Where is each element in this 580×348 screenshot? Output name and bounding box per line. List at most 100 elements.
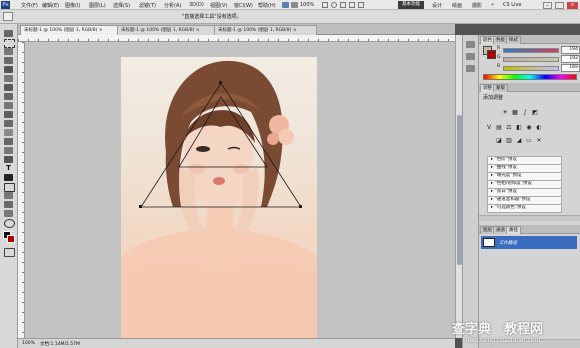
slider-g-track[interactable] [503, 57, 559, 62]
panel-icon-strip [462, 35, 478, 348]
menu-window[interactable]: 窗口(W) [234, 2, 253, 9]
menu-select[interactable]: 选择(S) [113, 2, 130, 9]
color-balance-icon[interactable]: ⚖ [505, 124, 513, 131]
dodge-tool-icon[interactable] [4, 147, 13, 154]
slider-b[interactable]: B 169 [497, 64, 580, 72]
slider-r[interactable]: R 194 [497, 46, 580, 54]
invert-icon[interactable]: ◪ [495, 137, 503, 144]
pen-tool-icon[interactable] [4, 156, 13, 163]
background-color-swatch[interactable] [7, 235, 15, 243]
path-name: 工作路径 [499, 241, 517, 246]
character-panel-icon[interactable] [466, 65, 475, 72]
slider-b-track[interactable] [503, 66, 559, 71]
hand-icon[interactable] [322, 2, 328, 8]
type-tool-icon[interactable]: T [4, 165, 13, 172]
menu-help[interactable]: 帮助(H) [258, 2, 276, 9]
document-tabs: 未标题-1 @ 100% (图层 1, RGB/8) × 未标题-1 @ 100… [18, 24, 455, 36]
options-message: "直接选择工具"没有选项。 [182, 14, 242, 20]
zoom-tool-icon[interactable] [4, 219, 15, 228]
screen-mode-icon[interactable] [358, 2, 364, 8]
crop-tool-icon[interactable] [4, 66, 13, 73]
minimize-button[interactable]: – [543, 2, 552, 9]
healing-brush-tool-icon[interactable] [4, 84, 13, 91]
blur-tool-icon[interactable] [4, 138, 13, 145]
bg-color-swatch[interactable] [487, 50, 496, 59]
zoom-level[interactable]: 100% [300, 2, 314, 8]
history-panel-icon[interactable] [466, 41, 475, 48]
menu-analysis[interactable]: 分析(A) [164, 2, 181, 9]
zoom-icon[interactable] [331, 2, 337, 8]
gradient-tool-icon[interactable] [4, 129, 13, 136]
slider-g-value[interactable]: 192 [561, 55, 580, 63]
slider-r-track[interactable] [503, 48, 559, 53]
workspace-photography[interactable]: 摄影 [472, 2, 482, 9]
gradient-map-icon[interactable]: ▭ [525, 137, 533, 144]
minibridge-icon[interactable] [291, 2, 298, 8]
history-brush-tool-icon[interactable] [4, 111, 13, 118]
arrange-icon[interactable] [349, 2, 355, 8]
vertical-scrollbar[interactable] [455, 35, 462, 338]
slider-b-value[interactable]: 169 [561, 64, 580, 72]
tab-masks[interactable]: 蒙版 [493, 84, 508, 92]
rotate-icon[interactable] [340, 2, 346, 8]
direct-select-tool-icon[interactable] [3, 12, 13, 21]
bridge-icon[interactable] [282, 2, 289, 8]
color-spectrum-bar[interactable] [483, 74, 577, 80]
actions-panel-icon[interactable] [466, 53, 475, 60]
clone-stamp-tool-icon[interactable] [4, 102, 13, 109]
adjust-footer [479, 215, 580, 221]
workspace-painting[interactable]: 绘画 [452, 2, 462, 9]
toolbox: T [0, 24, 18, 348]
status-zoom[interactable]: 100% [22, 341, 35, 346]
posterize-icon[interactable]: ▥ [505, 137, 513, 144]
shape-tool-icon[interactable] [4, 183, 15, 192]
eraser-tool-icon[interactable] [4, 120, 13, 127]
slider-g[interactable]: G 192 [497, 55, 580, 63]
portrait-photo[interactable] [121, 57, 317, 340]
3d-camera-tool-icon[interactable] [4, 201, 13, 208]
levels-icon[interactable]: ▦ [511, 109, 519, 116]
3d-rotate-tool-icon[interactable] [4, 192, 13, 199]
ruler-horizontal[interactable] [18, 35, 455, 42]
quick-select-tool-icon[interactable] [4, 57, 13, 64]
path-row-work-path[interactable]: 工作路径 [481, 236, 577, 249]
channel-mixer-icon[interactable]: ◐ [535, 124, 543, 131]
hand-tool-icon[interactable] [4, 210, 13, 217]
cs-live[interactable]: CS Live [503, 2, 521, 8]
tab-paths[interactable]: 路径 [506, 226, 521, 234]
photo-filter-icon[interactable]: ◉ [525, 124, 533, 131]
menu-3d[interactable]: 3D(D) [189, 2, 204, 8]
brightness-icon[interactable]: ☀ [501, 109, 509, 116]
quick-mask-icon[interactable] [4, 248, 15, 257]
brush-tool-icon[interactable] [4, 93, 13, 100]
marquee-tool-icon[interactable] [4, 39, 15, 48]
adjust-title: 添加调整 [483, 95, 504, 101]
curves-icon[interactable]: ∫ [521, 109, 529, 116]
menu-layer[interactable]: 图层(L) [89, 2, 106, 9]
menu-image[interactable]: 图像(I) [65, 2, 80, 9]
watermark-url: jiaocheng.chazidian.com [466, 337, 541, 344]
exposure-icon[interactable]: ◩ [531, 109, 539, 116]
more-workspaces[interactable]: » [491, 2, 494, 8]
menu-file[interactable]: 文件(F) [21, 2, 38, 9]
selective-color-icon[interactable]: ✕ [535, 137, 543, 144]
menu-edit[interactable]: 编辑(E) [42, 2, 59, 9]
ruler-vertical[interactable] [18, 42, 25, 338]
path-select-tool-icon[interactable] [4, 174, 13, 181]
workspace-essentials[interactable]: 基本功能 [398, 1, 424, 9]
lasso-tool-icon[interactable] [4, 48, 13, 55]
menu-filter[interactable]: 滤镜(T) [139, 2, 156, 9]
move-tool-icon[interactable] [4, 30, 13, 37]
workspace-design[interactable]: 设计 [432, 2, 442, 9]
hue-sat-icon[interactable]: ▤ [495, 124, 503, 131]
maximize-button[interactable] [555, 2, 564, 9]
threshold-icon[interactable]: ◢ [515, 137, 523, 144]
preset-selective-color[interactable]: ▸ "可选颜色"预设 [487, 204, 562, 213]
close-button[interactable]: × [567, 2, 578, 9]
vibrance-icon[interactable]: V [485, 124, 493, 131]
slider-r-value[interactable]: 194 [561, 46, 580, 54]
tab-styles[interactable]: 样式 [506, 36, 521, 44]
eyedropper-tool-icon[interactable] [4, 75, 13, 82]
bw-icon[interactable]: ◧ [515, 124, 523, 131]
menu-view[interactable]: 视图(V) [210, 2, 227, 9]
